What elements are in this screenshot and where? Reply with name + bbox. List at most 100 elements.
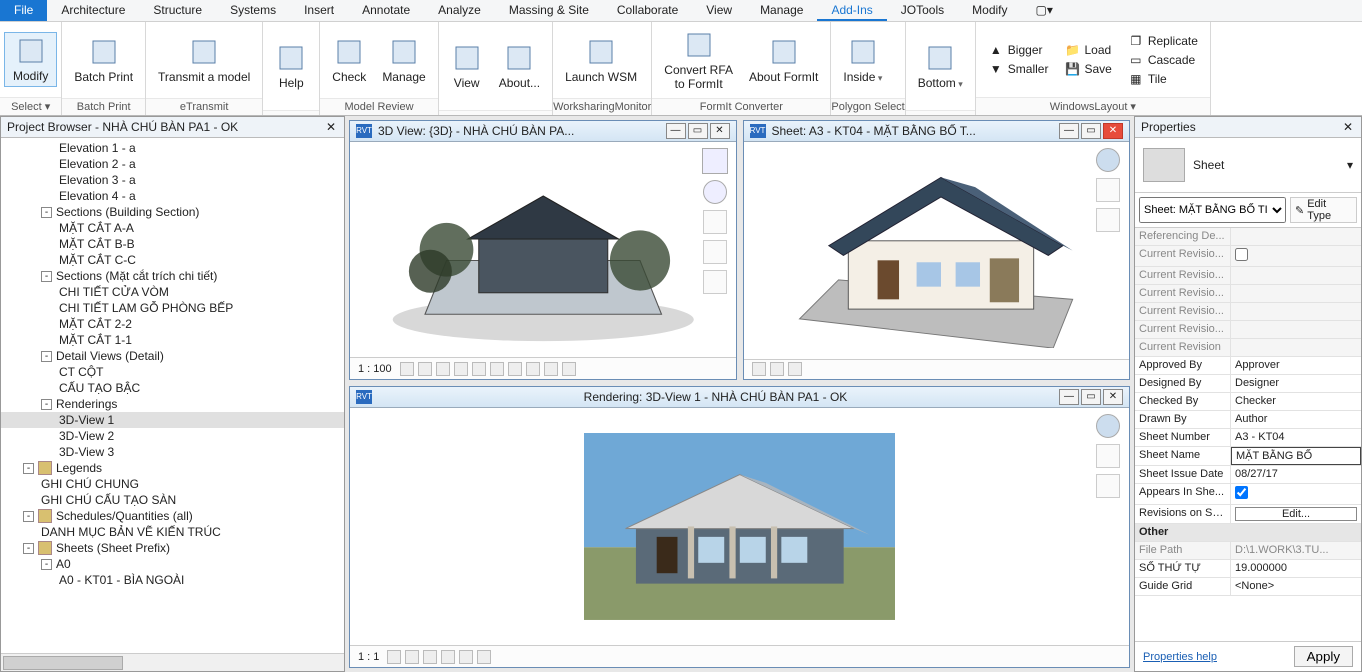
property-checkbox[interactable] bbox=[1235, 248, 1248, 261]
tree-item[interactable]: A0 - KT01 - BÌA NGOÀI bbox=[1, 572, 344, 588]
tile-button[interactable]: ▦Tile bbox=[1124, 70, 1202, 88]
tree-item[interactable]: CHI TIẾT CỬA VÒM bbox=[1, 284, 344, 300]
property-row[interactable]: Designed ByDesigner bbox=[1135, 375, 1361, 393]
project-browser-scrollbar-h[interactable] bbox=[1, 653, 344, 671]
apply-button[interactable]: Apply bbox=[1294, 646, 1353, 667]
pan-icon[interactable] bbox=[703, 210, 727, 234]
menu-structure[interactable]: Structure bbox=[139, 0, 216, 21]
menu-annotate[interactable]: Annotate bbox=[348, 0, 424, 21]
property-value[interactable]: MẶT BẰNG BỐ bbox=[1231, 447, 1361, 465]
property-row[interactable]: File PathD:\1.WORK\3.TU... bbox=[1135, 542, 1361, 560]
property-row[interactable]: Sheet NumberA3 - KT04 bbox=[1135, 429, 1361, 447]
detail-level-icon[interactable] bbox=[387, 650, 401, 664]
help-button[interactable]: Help bbox=[267, 40, 315, 92]
view-button[interactable]: View bbox=[443, 40, 491, 92]
tree-item[interactable]: 3D-View 2 bbox=[1, 428, 344, 444]
tree-item[interactable]: 3D-View 3 bbox=[1, 444, 344, 460]
zoom-icon[interactable] bbox=[1096, 474, 1120, 498]
property-value[interactable]: Checker bbox=[1231, 393, 1361, 410]
expand-icon[interactable]: - bbox=[41, 559, 52, 570]
orbit-icon[interactable] bbox=[703, 270, 727, 294]
property-value[interactable]: Designer bbox=[1231, 375, 1361, 392]
menu-systems[interactable]: Systems bbox=[216, 0, 290, 21]
properties-instance-selector[interactable]: Sheet: MẶT BẰNG BỐ TI bbox=[1139, 197, 1286, 223]
transmit-a-model-button[interactable]: Transmit a model bbox=[150, 34, 258, 86]
qat-dropdown-icon[interactable]: ▢▾ bbox=[1022, 0, 1067, 21]
sun-path-icon[interactable] bbox=[436, 362, 450, 376]
property-row[interactable]: Current Revisio... bbox=[1135, 267, 1361, 285]
property-row[interactable]: Guide Grid<None> bbox=[1135, 578, 1361, 596]
crop-region-icon[interactable] bbox=[508, 362, 522, 376]
property-row[interactable]: Current Revisio... bbox=[1135, 285, 1361, 303]
tree-item[interactable]: Elevation 3 - a bbox=[1, 172, 344, 188]
menu-architecture[interactable]: Architecture bbox=[47, 0, 139, 21]
tree-item[interactable]: MẶT CẮT B-B bbox=[1, 236, 344, 252]
crop-icon[interactable] bbox=[490, 362, 504, 376]
window-close-icon[interactable]: ✕ bbox=[1103, 123, 1123, 139]
visual-style-icon[interactable] bbox=[405, 650, 419, 664]
tree-item[interactable]: MẶT CẮT 2-2 bbox=[1, 316, 344, 332]
property-row[interactable]: Drawn ByAuthor bbox=[1135, 411, 1361, 429]
lock-icon[interactable] bbox=[526, 362, 540, 376]
manage-button[interactable]: Manage bbox=[374, 34, 433, 86]
window-close-icon[interactable]: ✕ bbox=[1103, 389, 1123, 405]
smaller-button[interactable]: ▼Smaller bbox=[984, 60, 1053, 78]
tree-item[interactable]: -Renderings bbox=[1, 396, 344, 412]
launch-wsm-button[interactable]: Launch WSM bbox=[557, 34, 645, 86]
menu-modify[interactable]: Modify bbox=[958, 0, 1021, 21]
property-value[interactable]: <None> bbox=[1231, 578, 1361, 595]
dropdown-icon[interactable]: ▾ bbox=[1347, 158, 1353, 172]
tree-item[interactable]: Elevation 1 - a bbox=[1, 140, 344, 156]
menu-analyze[interactable]: Analyze bbox=[424, 0, 495, 21]
menu-insert[interactable]: Insert bbox=[290, 0, 348, 21]
zoom-icon[interactable] bbox=[703, 240, 727, 264]
about-formit-button[interactable]: About FormIt bbox=[741, 34, 826, 86]
hide-icon[interactable] bbox=[788, 362, 802, 376]
property-row[interactable]: Checked ByChecker bbox=[1135, 393, 1361, 411]
tree-item[interactable]: -A0 bbox=[1, 556, 344, 572]
property-edit-button[interactable]: Edit... bbox=[1235, 507, 1357, 521]
property-row[interactable]: Current Revision bbox=[1135, 339, 1361, 357]
menu-manage[interactable]: Manage bbox=[746, 0, 817, 21]
expand-icon[interactable]: - bbox=[41, 271, 52, 282]
tree-item[interactable]: MẶT CẮT A-A bbox=[1, 220, 344, 236]
tree-item[interactable]: -Sheets (Sheet Prefix) bbox=[1, 540, 344, 556]
batch-print-button[interactable]: Batch Print bbox=[66, 34, 141, 86]
tree-item[interactable]: Elevation 2 - a bbox=[1, 156, 344, 172]
tree-item[interactable]: -Sections (Mặt cắt trích chi tiết) bbox=[1, 268, 344, 284]
check-button[interactable]: Check bbox=[324, 34, 374, 86]
bigger-button[interactable]: ▲Bigger bbox=[984, 41, 1053, 59]
viewport-title-bar[interactable]: RVT Sheet: A3 - KT04 - MẶT BẰNG BỐ T... … bbox=[744, 121, 1130, 142]
project-browser-tree[interactable]: Elevation 1 - aElevation 2 - aElevation … bbox=[1, 138, 344, 653]
property-value[interactable]: Edit... bbox=[1231, 505, 1361, 523]
menu-add-ins[interactable]: Add-Ins bbox=[817, 0, 886, 21]
lightbulb-icon[interactable] bbox=[752, 362, 766, 376]
property-row[interactable]: Referencing De... bbox=[1135, 228, 1361, 246]
expand-icon[interactable]: - bbox=[41, 399, 52, 410]
menu-massing-site[interactable]: Massing & Site bbox=[495, 0, 603, 21]
tree-item[interactable]: GHI CHÚ CHUNG bbox=[1, 476, 344, 492]
tree-item[interactable]: -Legends bbox=[1, 460, 344, 476]
tree-item[interactable]: Elevation 4 - a bbox=[1, 188, 344, 204]
property-value[interactable]: Author bbox=[1231, 411, 1361, 428]
viewport-canvas[interactable] bbox=[350, 142, 736, 357]
convert-rfa-button[interactable]: Convert RFAto FormIt bbox=[656, 27, 741, 94]
viewport-canvas[interactable] bbox=[744, 142, 1130, 359]
view-scale[interactable]: 1 : 1 bbox=[358, 651, 379, 663]
window-restore-icon[interactable]: ▭ bbox=[688, 123, 708, 139]
visual-style-icon[interactable] bbox=[418, 362, 432, 376]
tree-item[interactable]: DANH MỤC BẢN VẼ KIẾN TRÚC bbox=[1, 524, 344, 540]
viewport-title-bar[interactable]: RVT Rendering: 3D-View 1 - NHÀ CHÚ BÀN P… bbox=[350, 387, 1129, 408]
viewcube-icon[interactable] bbox=[702, 148, 728, 174]
expand-icon[interactable]: - bbox=[23, 543, 34, 554]
menu-view[interactable]: View bbox=[692, 0, 746, 21]
rendering-icon[interactable] bbox=[472, 362, 486, 376]
property-row[interactable]: Current Revisio... bbox=[1135, 246, 1361, 267]
tree-item[interactable]: 3D-View 1 bbox=[1, 412, 344, 428]
property-row[interactable]: Sheet NameMẶT BẰNG BỐ bbox=[1135, 447, 1361, 466]
expand-icon[interactable]: - bbox=[23, 463, 34, 474]
tree-item[interactable]: -Detail Views (Detail) bbox=[1, 348, 344, 364]
properties-grid[interactable]: Referencing De...Current Revisio...Curre… bbox=[1135, 228, 1361, 641]
save-button[interactable]: 💾Save bbox=[1060, 60, 1115, 78]
tree-item[interactable]: -Schedules/Quantities (all) bbox=[1, 508, 344, 524]
